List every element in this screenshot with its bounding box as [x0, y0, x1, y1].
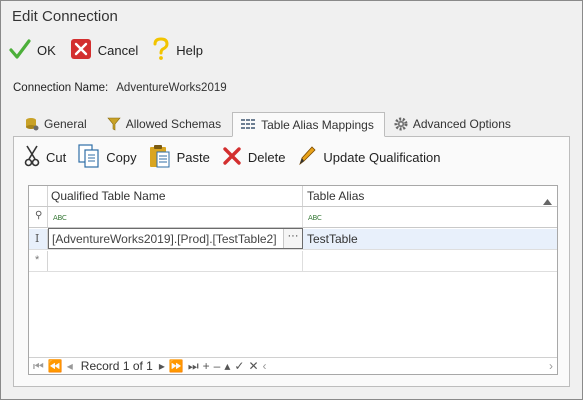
paste-label: Paste	[176, 149, 210, 165]
qualified-name-cell-editor[interactable]: [AdventureWorks2019].[Prod].[TestTable2]…	[48, 228, 303, 249]
tab-table-alias-mappings[interactable]: Table Alias Mappings	[232, 112, 385, 137]
update-qualification-label: Update Qualification	[323, 149, 441, 165]
tab-allowed-schemas-label: Allowed Schemas	[125, 117, 222, 131]
update-qualification-button[interactable]: Update Qualification	[297, 145, 441, 170]
edit-icon[interactable]: ▴	[224, 359, 230, 373]
remove-icon[interactable]: –	[214, 359, 221, 373]
row-indicator: I	[29, 229, 48, 249]
scroll-right-icon[interactable]: ›	[549, 359, 553, 373]
ellipsis-button[interactable]: ···	[283, 229, 302, 248]
tab-advanced-options[interactable]: Advanced Options	[385, 112, 522, 136]
next-record-icon[interactable]: ▸	[159, 359, 165, 373]
ok-label: OK	[37, 42, 56, 58]
filter-cell-alias[interactable]: ABC	[303, 207, 557, 227]
tab-strip: General Allowed Schemas Table Alias Mapp…	[16, 112, 522, 137]
scroll-left-icon[interactable]: ‹	[263, 359, 267, 373]
tab-advanced-options-label: Advanced Options	[412, 117, 511, 131]
clipboard-icon	[149, 144, 171, 171]
copy-button[interactable]: Copy	[78, 143, 137, 171]
append-icon[interactable]: +	[203, 359, 210, 373]
help-button[interactable]: Help	[152, 36, 204, 64]
cut-label: Cut	[46, 149, 67, 165]
cancel-button[interactable]: Cancel	[70, 37, 138, 63]
cancel-label: Cancel	[97, 42, 139, 58]
filter-row-indicator: ⚲	[29, 207, 48, 227]
edit-cursor-indicator: I	[35, 232, 40, 245]
new-row-indicator: *	[29, 251, 48, 271]
delete-x-icon	[222, 146, 242, 169]
filter-row-glyph: ⚲	[35, 210, 43, 221]
alias-grid: Qualified Table Name Table Alias ⚲ ABC A…	[28, 185, 558, 375]
last-page-icon[interactable]: ⏭	[188, 359, 199, 374]
scissors-icon	[24, 145, 40, 170]
close-icon	[70, 38, 92, 63]
column-header-qualified-table-name[interactable]: Qualified Table Name	[48, 186, 303, 206]
tab-table-alias-mappings-label: Table Alias Mappings	[261, 117, 374, 132]
delete-button[interactable]: Delete	[222, 146, 286, 169]
grid-header: Qualified Table Name Table Alias	[29, 186, 557, 207]
tab-general-label: General	[44, 117, 87, 131]
tab-allowed-schemas[interactable]: Allowed Schemas	[98, 112, 232, 136]
delete-label: Delete	[247, 149, 286, 165]
next-page-icon[interactable]: ⏩	[169, 359, 184, 373]
previous-record-icon[interactable]: ◂	[67, 359, 73, 373]
new-row-alias-cell[interactable]	[303, 251, 557, 271]
alias-cell[interactable]: TestTable	[303, 229, 557, 249]
panel-toolbar: Cut Copy Paste Delete Update Qualificati…	[24, 143, 453, 171]
cut-button[interactable]: Cut	[24, 145, 66, 170]
table-row[interactable]: I [AdventureWorks2019].[Prod].[TestTable…	[29, 228, 557, 250]
checkmark-icon	[9, 38, 31, 63]
help-label: Help	[176, 42, 204, 58]
connection-name-value: AdventureWorks2019	[116, 82, 227, 94]
first-page-icon[interactable]: ⏮	[33, 359, 44, 374]
database-gear-icon	[25, 117, 39, 131]
record-counter: Record 1 of 1	[80, 359, 153, 373]
filter-cell-qualified-name[interactable]: ABC	[48, 207, 303, 227]
tab-general[interactable]: General	[16, 112, 98, 136]
gear-icon	[394, 117, 408, 131]
data-navigator: ⏮ ⏪ ◂ Record 1 of 1 ▸ ⏩ ⏭ + – ▴ ✓ ✕ ‹ ›	[29, 357, 557, 374]
auto-filter-row: ⚲ ABC ABC	[29, 207, 557, 228]
sort-ascending-icon	[543, 194, 552, 208]
header-indicator-cell	[29, 186, 48, 206]
question-mark-icon	[152, 36, 170, 64]
new-row-qualified-name-cell[interactable]	[48, 251, 303, 271]
grid-icon	[241, 118, 256, 132]
paste-button[interactable]: Paste	[149, 144, 210, 171]
new-item-row[interactable]: *	[29, 251, 557, 272]
dialog-toolbar: OK Cancel Help	[9, 36, 217, 64]
filter-icon	[107, 117, 121, 131]
column-header-table-alias-label: Table Alias	[307, 189, 365, 203]
text-filter-icon: ABC	[308, 214, 322, 222]
pencil-icon	[297, 145, 317, 170]
qualified-name-value: [AdventureWorks2019].[Prod].[TestTable2]	[52, 232, 277, 246]
edit-connection-window: Edit Connection OK Cancel Help Connectio…	[0, 0, 583, 400]
new-row-glyph: *	[35, 254, 40, 266]
end-edit-icon[interactable]: ✓	[234, 359, 244, 373]
text-filter-icon: ABC	[53, 214, 67, 222]
alias-value: TestTable	[307, 232, 358, 246]
column-header-table-alias[interactable]: Table Alias	[303, 186, 557, 206]
window-title: Edit Connection	[12, 8, 118, 25]
table-alias-panel: Cut Copy Paste Delete Update Qualificati…	[13, 136, 570, 387]
connection-name-row: Connection Name: AdventureWorks2019	[13, 82, 227, 94]
copy-label: Copy	[106, 149, 137, 165]
copy-icon	[78, 143, 100, 171]
cancel-edit-icon[interactable]: ✕	[248, 359, 258, 373]
ok-button[interactable]: OK	[9, 37, 56, 63]
previous-page-icon[interactable]: ⏪	[48, 359, 63, 373]
connection-name-label: Connection Name:	[13, 82, 109, 94]
